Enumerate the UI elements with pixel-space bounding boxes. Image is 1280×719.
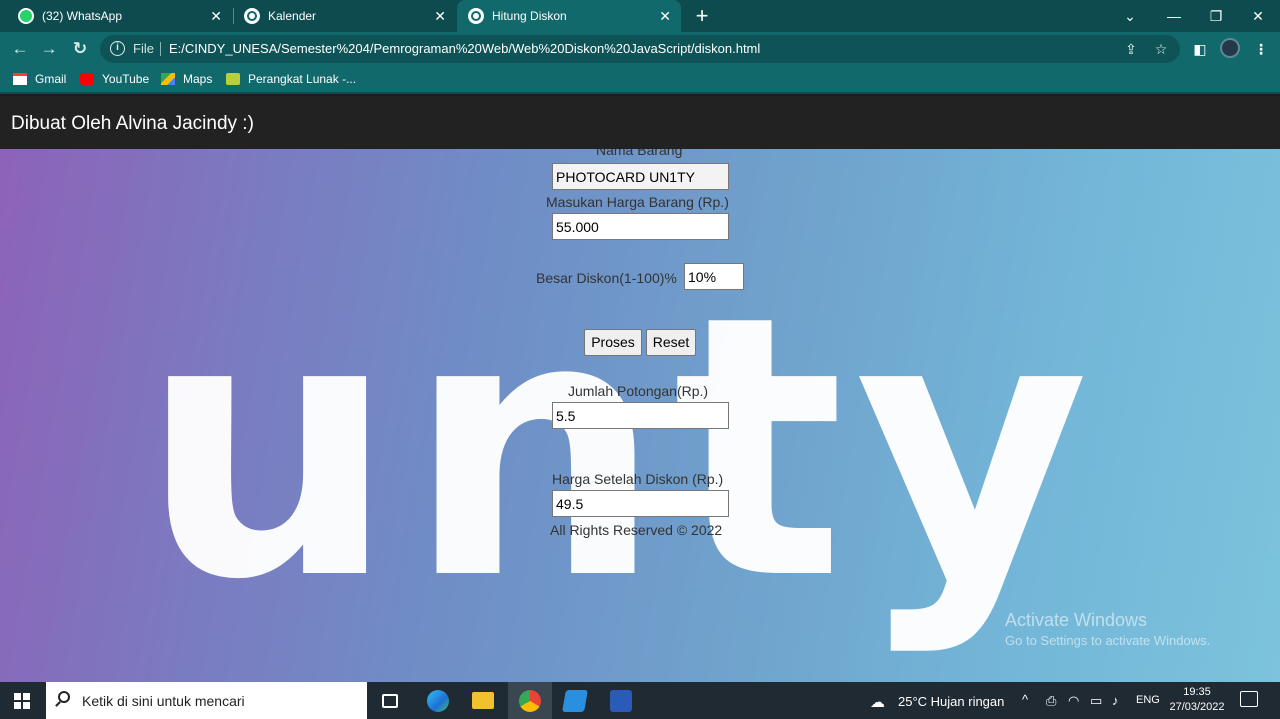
page-header: Dibuat Oleh Alvina Jacindy :) [0,96,1280,149]
file-explorer-icon[interactable] [461,682,505,719]
minimize-button[interactable]: — [1152,0,1196,32]
whatsapp-icon [18,8,34,24]
vscode-icon[interactable] [553,682,597,719]
tab-title: Kalender [268,9,317,23]
activate-windows-watermark: Activate Windows [1005,610,1148,630]
word-icon[interactable] [599,682,643,719]
bookmark-maps[interactable]: Maps [161,72,212,86]
bookmark-gmail[interactable]: Gmail [13,72,66,86]
forward-arrow-icon[interactable]: → [38,38,60,60]
bookmark-label: Gmail [35,72,67,86]
close-icon[interactable]: ✕ [434,9,446,23]
scheme-label: File [133,41,154,56]
browser-toolbar: ← → ↻ i File E:/CINDY_UNESA/Semester%204… [0,32,1280,66]
side-panel-icon[interactable]: ◧ [1189,38,1211,60]
harga-barang-input[interactable] [552,213,729,240]
harga-barang-label: Masukan Harga Barang (Rp.) [546,194,729,210]
tab-strip: (32) WhatsApp ✕ Kalender ✕ Hitung Diskon… [0,0,1280,32]
tab-title: (32) WhatsApp [42,9,123,23]
taskbar-clock[interactable]: 19:35 27/03/2022 [1168,685,1226,715]
close-icon[interactable]: ✕ [210,9,222,23]
folder-app-icon [226,73,240,85]
restore-button[interactable]: ❐ [1194,0,1238,32]
close-window-button[interactable]: ✕ [1236,0,1280,32]
windows-taskbar: Ketik di sini untuk mencari ☁ 25°C Hujan… [0,682,1280,719]
meet-now-icon[interactable]: ⎙ [1046,693,1056,709]
windows-start-icon[interactable] [14,693,30,709]
nama-barang-input[interactable] [552,163,729,190]
address-bar[interactable]: i File E:/CINDY_UNESA/Semester%204/Pemro… [100,35,1180,63]
menu-kebab-icon[interactable]: ⋮ [1250,38,1272,60]
bookmark-star-icon[interactable]: ☆ [1152,40,1170,58]
bookmark-youtube[interactable]: YouTube [80,72,149,86]
cloud-weather-icon: ☁ [870,694,885,711]
search-placeholder: Ketik di sini untuk mencari [82,693,245,709]
clock-date: 27/03/2022 [1169,701,1225,713]
harga-setelah-diskon-label: Harga Setelah Diskon (Rp.) [552,471,724,487]
globe-icon [244,8,260,24]
task-view-icon[interactable] [368,682,412,719]
language-indicator[interactable]: ENG [1136,694,1160,706]
battery-icon[interactable]: ▭ [1090,693,1102,709]
clock-time: 19:35 [1183,686,1211,698]
harga-setelah-diskon-output[interactable] [552,490,729,517]
edge-icon[interactable] [416,682,460,719]
chevron-up-icon[interactable]: ^ [1022,692,1028,707]
bookmarks-bar: Gmail YouTube Maps Perangkat Lunak -... [0,66,1280,94]
wifi-icon[interactable]: ◠ [1068,693,1079,709]
bookmark-label: Perangkat Lunak -... [248,72,357,86]
activate-windows-subtext: Go to Settings to activate Windows. [1005,633,1211,648]
reset-button[interactable]: Reset [646,329,696,356]
gmail-icon [13,73,27,85]
page-body: unty Nama Barang Masukan Harga Barang (R… [0,149,1280,682]
taskbar-search-box[interactable]: Ketik di sini untuk mencari [46,682,367,719]
besar-diskon-input[interactable] [684,263,744,290]
notification-icon[interactable] [1240,691,1258,707]
chrome-icon[interactable] [508,682,552,719]
tab-title: Hitung Diskon [492,9,567,23]
youtube-icon [80,73,94,85]
jumlah-potongan-label: Jumlah Potongan(Rp.) [568,383,709,399]
url-text[interactable]: E:/CINDY_UNESA/Semester%204/Pemrograman%… [169,41,760,56]
page-header-title: Dibuat Oleh Alvina Jacindy :) [11,113,254,134]
tab-whatsapp[interactable]: (32) WhatsApp ✕ [8,0,232,32]
maps-icon [161,73,175,85]
profile-avatar[interactable] [1220,38,1240,58]
bookmark-perangkat-lunak[interactable]: Perangkat Lunak -... [226,72,356,86]
bookmark-label: YouTube [102,72,150,86]
back-arrow-icon[interactable]: ← [9,38,31,60]
proses-button[interactable]: Proses [584,329,642,356]
footer-copyright: All Rights Reserved © 2022 [550,522,723,538]
volume-icon[interactable]: ♪ [1112,693,1119,708]
new-tab-button[interactable]: + [690,4,714,28]
close-icon[interactable]: ✕ [659,9,671,23]
weather-text[interactable]: 25°C Hujan ringan [898,694,1004,709]
info-icon[interactable]: i [110,41,125,56]
reload-icon[interactable]: ↻ [69,38,91,60]
tab-search-chevron-icon[interactable]: ⌄ [1108,0,1152,32]
bookmark-label: Maps [183,72,213,86]
tab-hitung-diskon[interactable]: Hitung Diskon ✕ [457,0,681,32]
share-icon[interactable]: ⇪ [1122,40,1140,58]
nama-barang-label: Nama Barang [596,149,683,158]
search-icon [58,691,70,703]
globe-icon [468,8,484,24]
jumlah-potongan-output[interactable] [552,402,729,429]
background-logo-text: unty [140,239,1100,658]
besar-diskon-label: Besar Diskon(1-100)% [536,270,677,286]
tab-kalender[interactable]: Kalender ✕ [234,0,456,32]
omnibox-divider [160,42,161,56]
